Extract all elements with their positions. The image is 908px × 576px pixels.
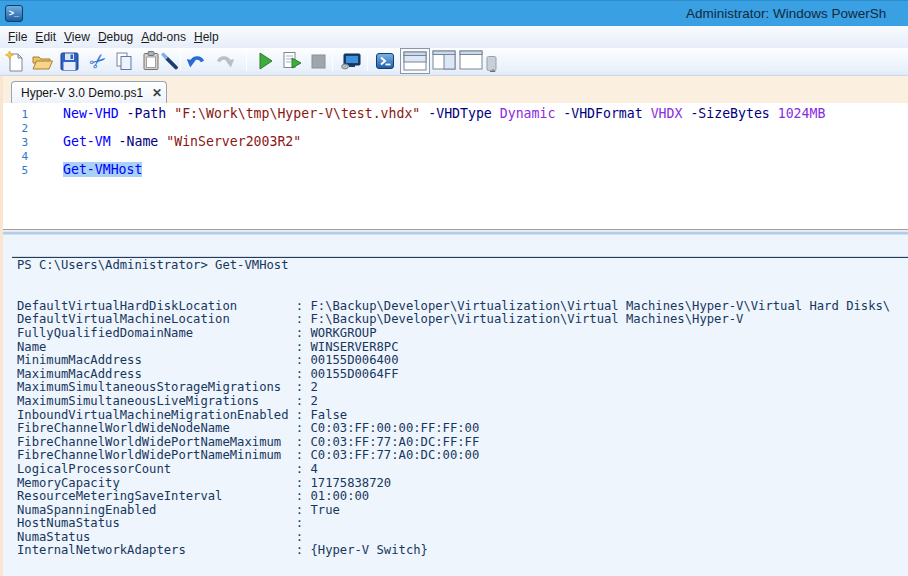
layout-script-right-button[interactable] (432, 50, 456, 74)
start-powershell-button[interactable] (374, 50, 398, 74)
window-title: Administrator: Windows PowerSh (686, 6, 886, 21)
start-powershell-icon (374, 50, 398, 72)
toolbar-separator (332, 51, 333, 71)
clear-console-button[interactable] (159, 50, 183, 74)
menu-debug[interactable]: Debug (98, 26, 133, 44)
copy-icon (113, 50, 137, 72)
menu-view[interactable]: View (64, 26, 90, 44)
line-number-gutter: 1 2 3 4 5 (3, 108, 28, 178)
menu-help[interactable]: Help (194, 26, 219, 44)
layout-script-right-icon (432, 50, 456, 70)
undo-icon (185, 50, 209, 72)
layout-script-top-icon (403, 51, 427, 71)
new-remote-powershell-tab-icon (339, 50, 363, 72)
console-pane[interactable]: PS C:\Users\Administrator> Get-VMHost De… (0, 235, 908, 576)
undo-button[interactable] (185, 50, 209, 74)
powershell-window-icon: >_ (5, 5, 23, 22)
run-script-button[interactable] (254, 50, 278, 74)
menu-bar: File Edit View Debug Add-ons Help (0, 26, 908, 48)
layout-script-maximized-button[interactable] (459, 50, 483, 74)
tab-label: Hyper-V 3.0 Demo.ps1 (21, 86, 143, 100)
clear-console-icon (159, 50, 183, 72)
save-button[interactable] (58, 50, 82, 74)
stop-button[interactable] (307, 50, 331, 74)
open-icon (31, 50, 55, 72)
toolbar-separator (246, 51, 247, 71)
toolbar: ✂ (0, 48, 908, 76)
window-left-frame (0, 76, 3, 576)
tab-close-icon[interactable]: ✕ (152, 86, 162, 100)
new-file-button[interactable] (4, 50, 28, 74)
menu-edit[interactable]: Edit (35, 26, 56, 44)
menu-addons[interactable]: Add-ons (141, 26, 186, 44)
tab-strip: Hyper-V 3.0 Demo.ps1 ✕ (0, 76, 908, 103)
open-button[interactable] (31, 50, 55, 74)
run-selection-icon (281, 50, 305, 72)
run-selection-button[interactable] (281, 50, 305, 74)
cut-button[interactable]: ✂ (86, 50, 110, 74)
script-code[interactable]: New-VHD -Path "F:\Work\tmp\Hyper-V\test.… (63, 107, 825, 177)
layout-script-maximized-icon (459, 50, 483, 70)
copy-button[interactable] (113, 50, 137, 74)
menu-file[interactable]: File (8, 26, 27, 44)
title-bar[interactable]: >_ Administrator: Windows PowerSh (0, 0, 908, 26)
new-file-icon (4, 50, 28, 72)
run-script-icon (254, 50, 278, 72)
layout-script-top-button[interactable] (400, 48, 430, 74)
cut-icon: ✂ (86, 50, 110, 72)
tab-script-file[interactable]: Hyper-V 3.0 Demo.ps1 ✕ (11, 81, 167, 104)
save-icon (58, 50, 82, 72)
redo-button[interactable] (214, 50, 238, 74)
redo-icon (214, 50, 238, 72)
script-editor-pane[interactable]: 1 2 3 4 5 New-VHD -Path "F:\Work\tmp\Hyp… (3, 103, 908, 229)
toolbar-separator (367, 51, 368, 71)
new-remote-powershell-tab-button[interactable] (339, 50, 363, 74)
powershell-ise-window: >_ Administrator: Windows PowerSh File Ed… (0, 0, 908, 576)
console-output[interactable]: PS C:\Users\Administrator> Get-VMHost De… (17, 259, 890, 558)
stop-icon (307, 50, 331, 72)
toolbar-overflow-icon (486, 56, 499, 73)
